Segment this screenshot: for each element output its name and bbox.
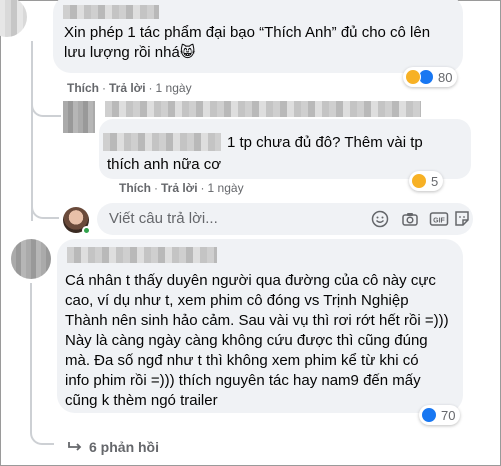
reply-input[interactable]: Viết câu trả lời... GIF <box>97 203 473 235</box>
reaction-count: 70 <box>441 407 456 423</box>
reaction-count: 80 <box>438 69 453 85</box>
like-button[interactable]: Thích <box>119 181 151 195</box>
reaction-count: 5 <box>431 173 439 189</box>
avatar[interactable] <box>11 239 51 279</box>
comment-text: Xin phép 1 tác phẩm đại bạo “Thích Anh” … <box>64 23 430 63</box>
comment-bubble: Cá nhân t thấy duyên người qua đường của… <box>57 239 463 413</box>
camera-icon[interactable] <box>401 210 419 233</box>
view-replies-link[interactable]: 6 phản hồi <box>67 439 159 455</box>
reaction-summary[interactable]: 80 <box>403 67 458 87</box>
current-user-avatar[interactable] <box>63 207 91 235</box>
comment-text-line: mà. Đa số ngđ như t thì không xem phim k… <box>65 352 419 369</box>
separator-dot: · <box>102 81 106 95</box>
reply-text-line-2: thích anh nữa cơ <box>107 156 222 173</box>
reply-input-placeholder: Viết câu trả lời... <box>109 210 218 227</box>
like-icon <box>421 407 437 423</box>
comment-actions: Thích · Trả lời · 1 ngày <box>119 181 244 195</box>
author-name-redacted[interactable] <box>105 101 421 117</box>
author-name-redacted[interactable] <box>67 247 217 263</box>
reply-bubble: 1 tp chưa đủ đô? Thêm vài tp thích anh n… <box>99 119 471 179</box>
reply-button[interactable]: Trả lời <box>161 181 198 195</box>
view-replies-label: 6 phản hồi <box>89 439 159 455</box>
avatar[interactable] <box>0 0 27 37</box>
separator-dot: · <box>200 181 205 195</box>
comment-text-line: lưu lượng rồi nhá😸 <box>64 44 196 61</box>
author-name-redacted[interactable] <box>63 5 159 19</box>
comment-text-line: Thành nên sinh hảo cảm. Sau vài vụ thì r… <box>65 312 449 329</box>
thread-line <box>31 41 33 221</box>
thread-branch <box>31 197 59 219</box>
reply-button[interactable]: Trả lời <box>109 81 146 95</box>
sticker-icon[interactable] <box>453 210 471 233</box>
comment-text-line: Xin phép 1 tác phẩm đại bạo “Thích Anh” … <box>64 24 431 41</box>
comment-text: Cá nhân t thấy duyên người qua đường của… <box>65 271 449 411</box>
comment-bubble: Xin phép 1 tác phẩm đại bạo “Thích Anh” … <box>53 0 463 73</box>
comment-time[interactable]: 1 ngày <box>156 81 192 95</box>
online-status-dot <box>82 226 91 235</box>
comment-time[interactable]: 1 ngày <box>208 181 244 195</box>
comment-thread: Xin phép 1 tác phẩm đại bạo “Thích Anh” … <box>0 0 501 466</box>
reaction-summary[interactable]: 70 <box>419 405 461 425</box>
comment-text-line: cũng k thèm ngó trailer <box>65 392 218 409</box>
reply-arrow-icon <box>68 442 82 451</box>
thread-branch <box>30 421 54 445</box>
like-button[interactable]: Thích <box>67 81 99 95</box>
emoji-icon[interactable] <box>371 210 389 233</box>
comment-actions: Thích · Trả lời · 1 ngày <box>67 81 192 95</box>
quoted-text-redacted <box>103 133 221 151</box>
gif-icon[interactable]: GIF <box>429 210 449 233</box>
separator-dot: · <box>154 181 158 195</box>
separator-dot: · <box>148 81 153 95</box>
reply-text-line-1: 1 tp chưa đủ đô? Thêm vài tp <box>227 134 423 151</box>
thread-branch <box>31 97 61 117</box>
comment-text-line: cao, ví dụ như t, xem phim cô đóng vs Tr… <box>65 292 409 309</box>
comment-text-line: Cá nhân t thấy duyên người qua đường của… <box>65 272 436 289</box>
thread-line <box>30 283 32 423</box>
haha-icon <box>405 69 421 85</box>
comment-text-line: info phim rồi =))) thích nguyên tác hay … <box>65 372 421 389</box>
avatar[interactable] <box>63 101 95 133</box>
haha-icon <box>411 173 427 189</box>
svg-text:GIF: GIF <box>433 218 445 225</box>
comment-text-line: Này là càng ngày càng không cứu được thì… <box>65 332 428 349</box>
reaction-summary[interactable]: 5 <box>409 171 444 191</box>
